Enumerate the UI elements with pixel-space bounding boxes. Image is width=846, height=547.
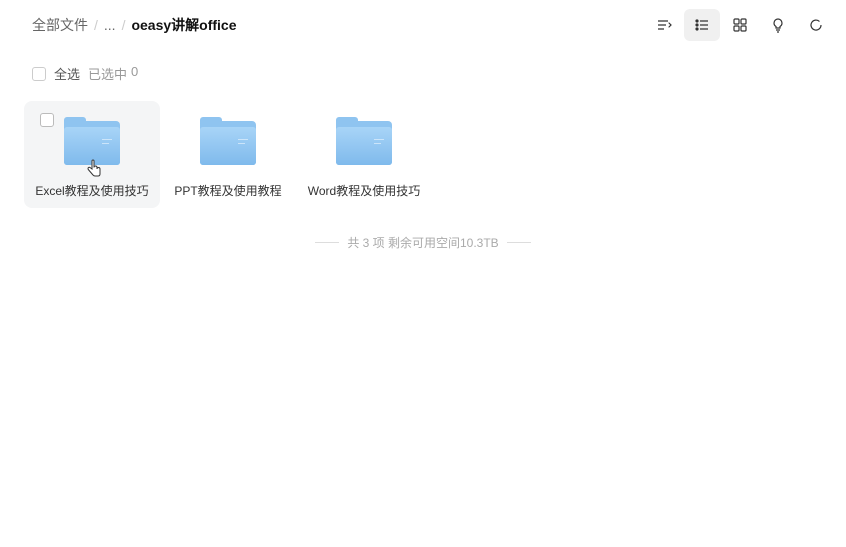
file-grid: Excel教程及使用技巧 PPT教程及使用教程 Word教程及使用技巧 — [0, 93, 846, 216]
selected-info: 已选中 0 — [88, 64, 138, 83]
lightbulb-icon — [770, 17, 786, 33]
refresh-button[interactable] — [798, 9, 834, 41]
folder-item[interactable]: Word教程及使用技巧 — [296, 101, 432, 208]
grid-icon — [732, 17, 748, 33]
toolbar — [646, 9, 834, 41]
divider-line — [507, 242, 531, 243]
footer-info: 共 3 项 剩余可用空间10.3TB — [0, 234, 846, 251]
breadcrumb: 全部文件 / ... / oeasy讲解office — [32, 15, 237, 35]
folder-icon — [200, 121, 256, 169]
refresh-icon — [808, 17, 824, 33]
folder-item[interactable]: Excel教程及使用技巧 — [24, 101, 160, 208]
breadcrumb-separator: / — [94, 17, 98, 33]
breadcrumb-separator: / — [122, 17, 126, 33]
header: 全部文件 / ... / oeasy讲解office — [0, 0, 846, 50]
select-bar: 全选 已选中 0 — [0, 50, 846, 93]
item-checkbox[interactable] — [40, 113, 54, 127]
sort-button[interactable] — [646, 9, 682, 41]
folder-icon — [64, 121, 120, 169]
selected-label: 已选中 — [88, 64, 127, 83]
grid-view-button[interactable] — [722, 9, 758, 41]
select-all-label[interactable]: 全选 — [54, 64, 80, 83]
folder-label: Word教程及使用技巧 — [308, 183, 420, 200]
list-view-button[interactable] — [684, 9, 720, 41]
footer-text: 共 3 项 剩余可用空间10.3TB — [347, 234, 498, 251]
breadcrumb-current: oeasy讲解office — [131, 15, 236, 35]
folder-label: PPT教程及使用教程 — [174, 183, 281, 200]
sort-icon — [656, 17, 672, 33]
folder-label: Excel教程及使用技巧 — [35, 183, 148, 200]
list-icon — [694, 17, 710, 33]
divider-line — [315, 242, 339, 243]
selected-count: 0 — [131, 64, 138, 83]
tips-button[interactable] — [760, 9, 796, 41]
breadcrumb-ellipsis[interactable]: ... — [104, 17, 116, 33]
folder-icon — [336, 121, 392, 169]
folder-item[interactable]: PPT教程及使用教程 — [160, 101, 296, 208]
breadcrumb-root[interactable]: 全部文件 — [32, 15, 88, 35]
select-all-checkbox[interactable] — [32, 67, 46, 81]
